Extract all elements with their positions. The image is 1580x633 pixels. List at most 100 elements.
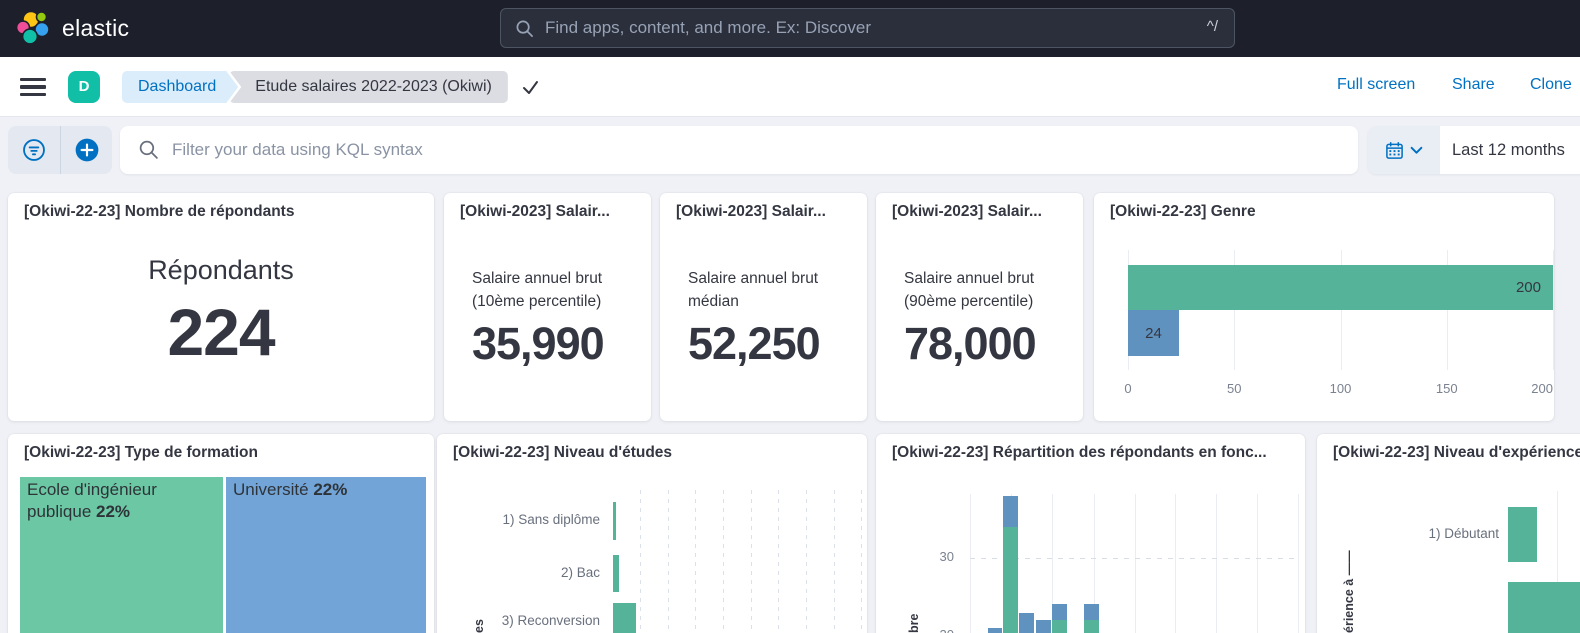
panel-title[interactable]: [Okiwi-2023] Salair... xyxy=(892,202,1069,222)
panel-title[interactable]: [Okiwi-2023] Salair... xyxy=(460,202,637,222)
elastic-logo-icon xyxy=(16,10,52,46)
gridline xyxy=(806,490,807,633)
date-picker-toggle[interactable] xyxy=(1368,126,1440,174)
x-tick-label: 150 xyxy=(1425,381,1469,396)
panel-genre: [Okiwi-22-23] Genre 05010015020020024 xyxy=(1094,193,1554,421)
metric-label: Salaire annuel brut médian xyxy=(688,267,820,313)
elastic-logo[interactable]: elastic xyxy=(16,10,129,46)
etudes-bar-chart: 1) Sans diplôme2) Bac3) Reconversiones xyxy=(437,434,867,633)
bar[interactable]: 24 xyxy=(1128,310,1179,356)
breadcrumb-item-dashboard[interactable]: Dashboard xyxy=(122,71,238,103)
y-axis-title: érience à —— xyxy=(1342,550,1356,633)
treemap-label: Ecole d'ingénieur publique 22% xyxy=(20,477,223,525)
bar-segment[interactable] xyxy=(1052,604,1067,620)
bar-segment[interactable] xyxy=(1036,620,1051,633)
panel-title[interactable]: [Okiwi-2023] Salair... xyxy=(676,202,853,222)
bar[interactable] xyxy=(1508,507,1537,562)
treemap-cell[interactable]: Ecole d'ingénieur publique 22% xyxy=(20,477,223,633)
category-label: 1) Sans diplôme xyxy=(437,512,600,527)
repartition-bar-chart: 30 20bre xyxy=(876,434,1305,633)
gridline xyxy=(668,490,669,633)
filter-icon xyxy=(21,137,47,163)
brand-text: elastic xyxy=(62,15,129,42)
global-header: elastic ^/ xyxy=(0,0,1580,57)
gridline xyxy=(751,490,752,633)
panel-niveau-etudes: [Okiwi-22-23] Niveau d'études 1) Sans di… xyxy=(437,434,867,633)
metric-value: 52,250 xyxy=(688,318,820,370)
gridline xyxy=(1175,494,1176,633)
kql-filter xyxy=(120,126,1358,174)
gridline xyxy=(640,490,641,633)
bar-segment[interactable] xyxy=(1052,620,1067,633)
gridline xyxy=(834,490,835,633)
panel-salaire-90e-percentile: [Okiwi-2023] Salair... Salaire annuel br… xyxy=(876,193,1083,421)
category-label: 3) Reconversion xyxy=(437,613,600,628)
bar-segment[interactable] xyxy=(1084,604,1099,620)
bar[interactable]: 200 xyxy=(1128,265,1553,310)
bar-segment[interactable] xyxy=(988,628,1002,633)
treemap-cell[interactable]: Université 22% xyxy=(226,477,426,633)
breadcrumb-item-current[interactable]: Etude salaires 2022-2023 (Okiwi) xyxy=(229,71,508,103)
y-tick-label: 30 xyxy=(920,549,954,564)
kql-search-icon xyxy=(138,139,159,160)
bar[interactable] xyxy=(613,555,619,592)
menu-button[interactable] xyxy=(20,73,48,101)
gridline xyxy=(970,494,971,633)
panel-repartition-repondants: [Okiwi-22-23] Répartition des répondants… xyxy=(876,434,1305,633)
bar-segment[interactable] xyxy=(1003,496,1018,527)
breadcrumb: Dashboard Etude salaires 2022-2023 (Okiw… xyxy=(122,71,539,103)
action-full-screen[interactable]: Full screen xyxy=(1337,76,1415,94)
bar-value-label: 24 xyxy=(1128,310,1179,356)
y-tick-label: 20 xyxy=(920,627,954,633)
screen: elastic ^/ D Dashboard Etude salaires 20… xyxy=(0,0,1580,633)
metric-label: Répondants xyxy=(8,255,434,286)
calendar-icon xyxy=(1385,141,1404,160)
gridline xyxy=(1553,250,1554,370)
genre-bar-chart: 0 50 100 150 200 200 24 xyxy=(1094,193,1554,421)
y-axis-title: es xyxy=(472,619,486,633)
space-badge[interactable]: D xyxy=(68,71,100,103)
metric: Salaire annuel brut (10ème percentile) 3… xyxy=(472,267,604,370)
x-tick-label: 200 xyxy=(1509,381,1553,396)
metric-value: 224 xyxy=(8,294,434,370)
action-clone[interactable]: Clone xyxy=(1530,76,1572,94)
metric: Répondants 224 xyxy=(8,255,434,370)
metric-value: 35,990 xyxy=(472,318,604,370)
gridline xyxy=(1257,494,1258,633)
y-axis-title: bre xyxy=(907,614,921,633)
saved-check-icon[interactable] xyxy=(522,80,539,95)
navbar: D Dashboard Etude salaires 2022-2023 (Ok… xyxy=(0,57,1580,117)
bar[interactable] xyxy=(613,502,616,540)
gridline xyxy=(1216,494,1217,633)
bar[interactable] xyxy=(1508,582,1580,633)
x-tick-label: 100 xyxy=(1319,381,1363,396)
date-picker[interactable]: Last 12 months xyxy=(1368,126,1580,174)
global-search-input[interactable] xyxy=(545,9,1165,47)
category-label: 1) Débutant xyxy=(1317,526,1499,541)
gridline xyxy=(695,490,696,633)
bar-segment[interactable] xyxy=(1003,527,1018,633)
add-filter-button[interactable] xyxy=(60,126,112,174)
kql-input[interactable] xyxy=(172,126,1332,174)
panel-title[interactable]: [Okiwi-22-23] Nombre de répondants xyxy=(24,202,420,222)
formation-treemap: Ecole d'ingénieur publique 22%Université… xyxy=(8,434,434,633)
panel-type-de-formation: [Okiwi-22-23] Type de formation Ecole d'… xyxy=(8,434,434,633)
bar[interactable] xyxy=(613,603,636,633)
metric-label: Salaire annuel brut (90ème percentile) xyxy=(904,267,1036,313)
filter-menu-button[interactable] xyxy=(8,126,60,174)
metric-label: Salaire annuel brut (10ème percentile) xyxy=(472,267,604,313)
experience-bar-chart: 1) Débutant2) Intermédiaireérience à —— xyxy=(1317,434,1580,633)
time-range-label[interactable]: Last 12 months xyxy=(1440,126,1565,174)
bar-segment[interactable] xyxy=(1084,620,1099,633)
chevron-down-icon xyxy=(1410,146,1423,155)
action-share[interactable]: Share xyxy=(1452,76,1495,94)
filter-button-group xyxy=(8,126,112,174)
x-tick-label: 50 xyxy=(1212,381,1256,396)
bar-value-label: 200 xyxy=(1516,265,1541,310)
gridline xyxy=(970,558,1300,559)
hamburger-icon xyxy=(20,78,46,81)
x-tick-label: 0 xyxy=(1106,381,1150,396)
gridline xyxy=(723,490,724,633)
bar-segment[interactable] xyxy=(1019,613,1034,633)
panel-nombre-repondants: [Okiwi-22-23] Nombre de répondants Répon… xyxy=(8,193,434,421)
